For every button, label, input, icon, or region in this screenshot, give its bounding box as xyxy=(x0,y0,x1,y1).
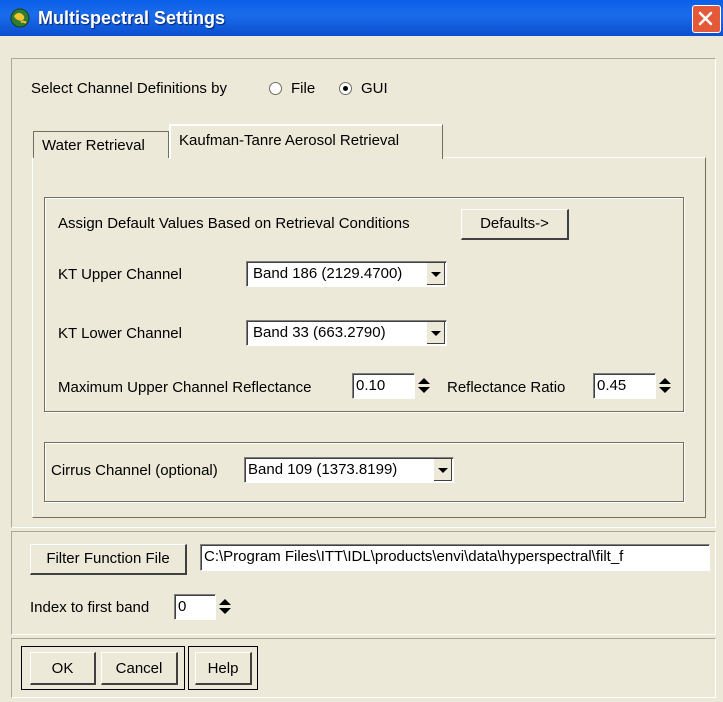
max-refl-input[interactable]: 0.10 xyxy=(352,373,415,399)
cancel-button[interactable]: Cancel xyxy=(101,652,178,685)
globe-app-icon xyxy=(10,8,30,28)
cirrus-select[interactable]: Band 109 (1373.8199) xyxy=(244,457,454,483)
index-first-band-value: 0 xyxy=(178,598,187,615)
radio-file[interactable] xyxy=(269,82,282,95)
close-button[interactable] xyxy=(692,5,721,33)
ratio-input[interactable]: 0.45 xyxy=(593,373,656,399)
filter-function-file-button[interactable]: Filter Function File xyxy=(30,544,187,575)
filter-path-input[interactable]: C:\Program Files\ITT\IDL\products\envi\d… xyxy=(200,544,710,571)
cirrus-value: Band 109 (1373.8199) xyxy=(248,461,398,478)
radio-gui[interactable] xyxy=(339,82,352,95)
tab-water-retrieval-label: Water Retrieval xyxy=(42,137,145,154)
index-spinner-icon[interactable] xyxy=(216,595,234,619)
ratio-value: 0.45 xyxy=(597,377,627,394)
tab-water-retrieval[interactable]: Water Retrieval xyxy=(33,131,169,158)
max-refl-spinner-icon[interactable] xyxy=(415,374,433,398)
max-refl-value: 0.10 xyxy=(356,377,386,394)
index-first-band-label: Index to first band xyxy=(30,599,150,616)
help-button[interactable]: Help xyxy=(195,652,252,685)
title-bar: Multispectral Settings xyxy=(0,0,723,36)
window-title: Multispectral Settings xyxy=(38,8,226,28)
radio-file-label[interactable]: File xyxy=(291,80,315,97)
defaults-button[interactable]: Defaults-> xyxy=(461,209,569,240)
close-icon xyxy=(698,11,713,26)
kt-upper-value: Band 186 (2129.4700) xyxy=(253,265,403,282)
ratio-label: Reflectance Ratio xyxy=(447,379,566,396)
radio-gui-label[interactable]: GUI xyxy=(361,80,388,97)
tab-kaufman-tanre[interactable]: Kaufman-Tanre Aerosol Retrieval xyxy=(169,124,443,159)
chevron-down-icon[interactable] xyxy=(426,263,445,285)
chevron-down-icon[interactable] xyxy=(433,459,452,481)
chevron-down-icon[interactable] xyxy=(426,322,445,344)
max-refl-label: Maximum Upper Channel Reflectance xyxy=(58,379,312,396)
kt-lower-select[interactable]: Band 33 (663.2790) xyxy=(246,320,447,346)
filter-path-value: C:\Program Files\ITT\IDL\products\envi\d… xyxy=(204,548,624,565)
kt-upper-select[interactable]: Band 186 (2129.4700) xyxy=(246,261,447,287)
tab-kaufman-tanre-label: Kaufman-Tanre Aerosol Retrieval xyxy=(179,132,400,149)
kt-lower-value: Band 33 (663.2790) xyxy=(253,324,386,341)
kt-upper-label: KT Upper Channel xyxy=(58,266,182,283)
index-first-band-input[interactable]: 0 xyxy=(174,594,216,620)
ratio-spinner-icon[interactable] xyxy=(656,374,674,398)
defaults-label: Assign Default Values Based on Retrieval… xyxy=(58,215,410,232)
kt-lower-label: KT Lower Channel xyxy=(58,325,182,342)
channel-source-label: Select Channel Definitions by xyxy=(31,80,227,97)
ok-button[interactable]: OK xyxy=(30,652,96,685)
cirrus-label: Cirrus Channel (optional) xyxy=(51,462,218,479)
